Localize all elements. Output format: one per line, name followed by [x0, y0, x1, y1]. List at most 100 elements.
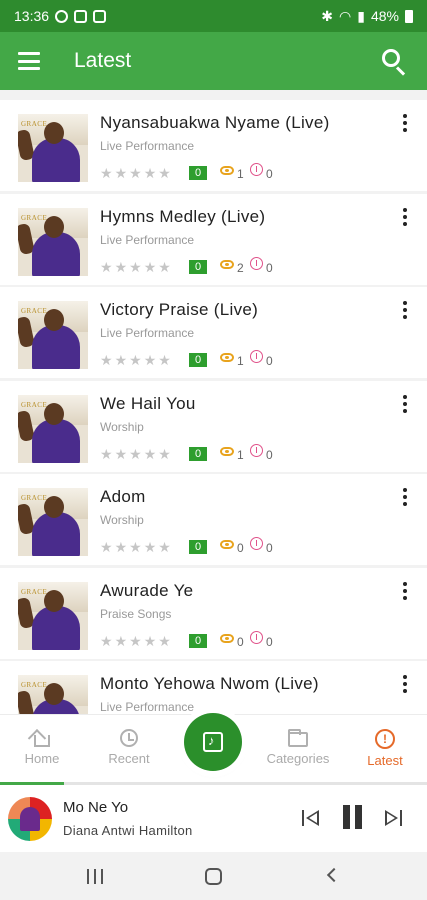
star-icon: ★ — [129, 165, 142, 181]
more-icon[interactable] — [401, 114, 409, 132]
message-icon — [74, 9, 88, 23]
nav-home[interactable]: Home — [2, 729, 82, 768]
rating-badge: 0 — [189, 446, 207, 461]
download-icon — [250, 443, 263, 457]
music-library-button[interactable] — [184, 713, 242, 771]
more-icon[interactable] — [401, 581, 409, 600]
more-icon[interactable] — [401, 675, 409, 693]
star-icon: ★ — [129, 352, 142, 368]
song-list[interactable]: GRACE Nyansabuakwa Nyame (Live) Live Perfo… — [0, 100, 427, 714]
album-cover: GRACE — [18, 301, 88, 369]
eye-icon — [220, 633, 234, 643]
star-icon: ★ — [114, 632, 128, 649]
download-icon — [250, 256, 263, 270]
back-icon[interactable] — [326, 867, 342, 883]
app-bar: Latest — [0, 32, 427, 90]
wifi-icon: ◠ — [339, 7, 352, 24]
rating-stars[interactable]: ★ ★ ★ ★ ★ — [100, 540, 171, 554]
album-cover: GRACE — [18, 675, 88, 714]
system-home-icon[interactable] — [205, 868, 222, 885]
song-title: Hymns Medley (Live) — [100, 206, 266, 226]
rating-stars[interactable]: ★ ★ ★ ★ ★ — [100, 353, 171, 367]
nav-latest[interactable]: Latest — [345, 729, 425, 770]
rating-stars[interactable]: ★ ★ ★ ★ ★ — [100, 634, 171, 648]
download-count: 0 — [266, 634, 273, 649]
nav-categories[interactable]: Categories — [258, 729, 338, 768]
song-title: Monto Yehowa Nwom (Live) — [100, 674, 319, 693]
more-icon[interactable] — [401, 394, 409, 413]
star-icon: ★ — [129, 539, 142, 555]
nav-home-label: Home — [24, 751, 60, 766]
recent-apps-icon[interactable] — [87, 869, 103, 884]
previous-icon[interactable] — [300, 807, 322, 829]
now-playing-artist: Diana Antwi Hamilton — [63, 823, 193, 838]
star-icon: ★ — [143, 352, 157, 368]
star-icon: ★ — [100, 445, 113, 462]
view-count: 2 — [237, 260, 244, 275]
nav-recent[interactable]: Recent — [89, 729, 169, 768]
nav-recent-label: Recent — [108, 751, 150, 766]
signal-icon: ▮ — [357, 7, 365, 24]
star-icon: ★ — [100, 352, 113, 368]
star-icon: ★ — [158, 632, 171, 649]
rating-stars[interactable]: ★ ★ ★ ★ ★ — [100, 166, 171, 180]
nav-latest-label: Latest — [367, 753, 403, 768]
more-icon[interactable] — [401, 301, 409, 319]
song-row[interactable]: GRACE Monto Yehowa Nwom (Live) Live Perfor… — [0, 661, 427, 714]
history-icon — [120, 729, 138, 747]
song-row[interactable]: GRACE Victory Praise (Live) Live Performan… — [0, 287, 427, 378]
system-nav-bar — [0, 852, 427, 900]
eye-icon — [220, 540, 234, 549]
download-count: 0 — [266, 167, 273, 181]
song-title: Victory Praise (Live) — [100, 300, 259, 319]
download-count: 0 — [266, 260, 273, 275]
song-category: Live Performance — [100, 700, 195, 714]
view-count: 1 — [237, 354, 244, 368]
star-icon: ★ — [143, 539, 157, 555]
song-row[interactable]: GRACE Hymns Medley (Live) Live Performance… — [0, 193, 427, 285]
album-cover: GRACE — [18, 581, 88, 650]
album-cover: GRACE — [18, 207, 88, 276]
more-icon[interactable] — [401, 207, 409, 226]
cover-text: GRACE — [21, 494, 48, 502]
song-row[interactable]: GRACE We Hail You Worship ★ ★ ★ ★ ★ 0 1 0 — [0, 380, 427, 472]
star-icon: ★ — [100, 539, 113, 555]
more-icon[interactable] — [401, 488, 409, 506]
rating-badge: 0 — [189, 353, 207, 367]
song-row[interactable]: GRACE Nyansabuakwa Nyame (Live) Live Perfo… — [0, 100, 427, 191]
now-playing-cover — [8, 797, 52, 841]
mini-player[interactable]: Mo Ne Yo Diana Antwi Hamilton — [0, 785, 427, 852]
star-icon: ★ — [158, 165, 171, 181]
search-icon[interactable] — [379, 46, 409, 76]
rating-stars[interactable]: ★ ★ ★ ★ ★ — [100, 447, 171, 461]
view-count: 1 — [237, 167, 244, 181]
star-icon: ★ — [114, 539, 128, 555]
view-count: 0 — [237, 541, 244, 555]
song-row[interactable]: GRACE Adom Worship ★ ★ ★ ★ ★ 0 0 0 — [0, 474, 427, 565]
status-time: 13:36 — [14, 8, 50, 24]
star-icon: ★ — [100, 258, 113, 275]
star-icon: ★ — [114, 165, 128, 181]
battery-icon — [405, 9, 413, 23]
star-icon: ★ — [100, 165, 113, 181]
star-icon: ★ — [114, 258, 128, 275]
eye-icon — [220, 259, 234, 269]
eye-icon — [220, 446, 234, 456]
folder-icon — [288, 729, 308, 747]
next-icon[interactable] — [383, 807, 405, 829]
star-icon: ★ — [143, 445, 157, 462]
download-icon — [250, 630, 263, 644]
star-icon: ★ — [158, 352, 171, 368]
album-cover: GRACE — [18, 488, 88, 556]
star-icon: ★ — [114, 445, 128, 462]
pause-icon[interactable] — [342, 805, 364, 829]
star-icon: ★ — [158, 258, 171, 275]
menu-icon[interactable] — [18, 52, 40, 70]
rating-badge: 0 — [189, 540, 207, 554]
cover-text: GRACE — [21, 307, 48, 315]
download-icon — [250, 537, 263, 550]
rating-stars[interactable]: ★ ★ ★ ★ ★ — [100, 260, 171, 274]
alert-icon — [375, 729, 395, 749]
song-row[interactable]: GRACE Awurade Ye Praise Songs ★ ★ ★ ★ ★ 0 0 0 — [0, 567, 427, 659]
song-category: Worship — [100, 513, 144, 527]
